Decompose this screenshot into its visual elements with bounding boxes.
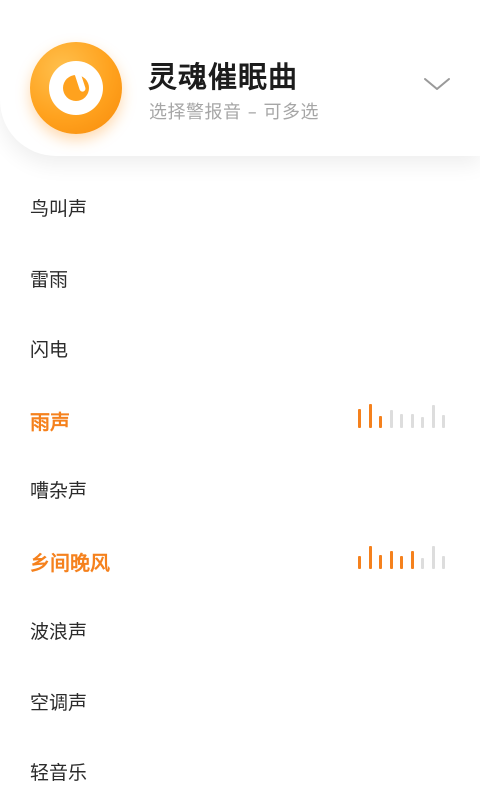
- sound-item[interactable]: 轻音乐: [0, 734, 480, 805]
- logo-ring: [49, 61, 103, 115]
- page-title: 灵魂催眠曲: [148, 60, 299, 94]
- equalizer-bar: [421, 416, 424, 428]
- sound-item-label: 闪电: [30, 339, 69, 361]
- equalizer-bar: [400, 413, 403, 428]
- equalizer-bar: [431, 404, 435, 428]
- chevron-down-icon[interactable]: [422, 74, 452, 94]
- music-disc-icon: [30, 42, 122, 134]
- sound-item-label: 鸟叫声: [30, 198, 88, 220]
- equalizer-bar: [410, 413, 414, 428]
- sound-item[interactable]: 波浪声: [0, 593, 480, 664]
- equalizer-bar: [379, 415, 382, 428]
- sound-item[interactable]: 雷雨: [0, 241, 480, 312]
- sound-item[interactable]: 雨声: [0, 382, 480, 453]
- equalizer-bar: [431, 545, 435, 569]
- sound-item-label: 乡间晚风: [30, 550, 110, 575]
- page-subtitle: 选择警报音 – 可多选: [149, 102, 319, 123]
- equalizer-bar: [421, 557, 424, 569]
- sound-item-label: 雨声: [30, 409, 70, 434]
- equalizer-bar: [389, 409, 393, 428]
- equalizer-bar: [410, 550, 414, 569]
- sound-list: 鸟叫声雷雨闪电雨声嘈杂声乡间晚风波浪声空调声轻音乐: [0, 170, 480, 805]
- sound-item-label: 嘈杂声: [30, 480, 88, 502]
- equalizer-bar: [389, 550, 393, 569]
- header-card: 灵魂催眠曲 选择警报音 – 可多选: [0, 0, 480, 156]
- sound-item[interactable]: 闪电: [0, 311, 480, 382]
- sound-item[interactable]: 鸟叫声: [0, 170, 480, 241]
- equalizer-bar: [358, 408, 361, 428]
- equalizer-bar: [442, 414, 445, 428]
- equalizer-icon: [358, 403, 454, 428]
- equalizer-bar: [368, 403, 372, 428]
- equalizer-bar: [368, 545, 372, 569]
- sound-item-label: 雷雨: [30, 268, 69, 291]
- sound-item[interactable]: 乡间晚风: [0, 523, 480, 594]
- equalizer-bar: [442, 555, 445, 569]
- sound-item[interactable]: 空调声: [0, 664, 480, 735]
- equalizer-bar: [379, 554, 382, 569]
- sound-item[interactable]: 嘈杂声: [0, 452, 480, 523]
- equalizer-icon: [358, 545, 454, 569]
- equalizer-bar: [400, 555, 403, 569]
- sound-item-label: 波浪声: [30, 621, 88, 643]
- sound-item-label: 空调声: [30, 691, 88, 714]
- sound-item-label: 轻音乐: [30, 762, 88, 784]
- equalizer-bar: [358, 555, 361, 569]
